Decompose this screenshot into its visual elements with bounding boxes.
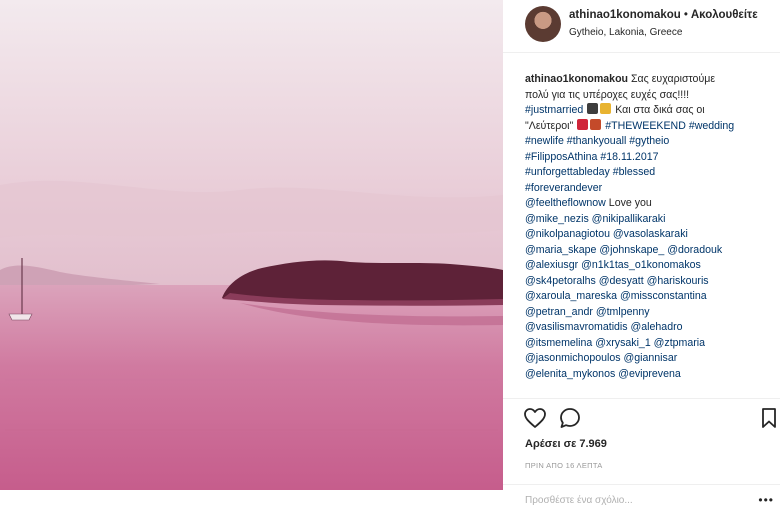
hashtag-line[interactable]: #unforgettableday #blessed (525, 165, 775, 181)
mention-line[interactable]: @xaroula_mareska @missconstantina (525, 289, 775, 305)
couple-emoji-icon (590, 118, 602, 130)
hashtag-line[interactable]: #FilipposAthina #18.11.2017 (525, 150, 775, 166)
photo-bottom-margin (0, 490, 503, 519)
mention-line[interactable]: @itsmemelina @xrysaki_1 @ztpmaria (525, 336, 775, 352)
avatar[interactable] (525, 6, 561, 42)
mention-line[interactable]: @maria_skape @johnskape_ @doradouk (525, 243, 775, 259)
comment-bar: Προσθέστε ένα σχόλιο... ••• (503, 484, 780, 520)
separator-dot: • (683, 9, 688, 21)
comment-bubble-icon[interactable] (559, 407, 581, 429)
comment-input[interactable]: Προσθέστε ένα σχόλιο... (525, 495, 633, 506)
username-link[interactable]: athinao1konomakou (569, 9, 681, 21)
likes-count[interactable]: Αρέσει σε 7.969 (525, 438, 607, 450)
follow-button[interactable]: Ακολουθείτε (691, 9, 758, 21)
mention-link[interactable]: @feeltheflownow (525, 197, 606, 209)
caption-author-link[interactable]: athinao1konomakou (525, 73, 628, 85)
bride-groom-emoji-icon (587, 103, 599, 114)
caption-text: Love you (608, 197, 652, 209)
mention-line[interactable]: @nikolpanagiotou @vasolaskaraki (525, 227, 775, 243)
mention-line[interactable]: @vasilismavromatidis @alehadro (525, 320, 775, 336)
heart-icon[interactable] (523, 407, 547, 429)
mention-line[interactable]: @mike_nezis @nikipallikaraki (525, 212, 775, 228)
mention-line[interactable]: @elenita_mykonos @eviprevena (525, 367, 775, 383)
location-link[interactable]: Gytheio, Lakonia, Greece (569, 27, 682, 38)
more-options-icon[interactable]: ••• (758, 493, 774, 507)
post-actions (503, 398, 780, 439)
post-photo[interactable] (0, 0, 503, 490)
hashtag-link[interactable]: #wedding (689, 120, 734, 132)
hashtag-line[interactable]: #foreverandever (525, 181, 775, 197)
smiling-face-emoji-icon (600, 103, 612, 114)
mention-line[interactable]: @sk4petoralhs @desyatt @hariskouris (525, 274, 775, 290)
red-hearts-emoji-icon (577, 118, 589, 130)
post-timestamp[interactable]: ΠΡΙΝ ΑΠΟ 16 ΛΕΠΤΑ (525, 461, 603, 470)
mention-line[interactable]: @jasonmichopoulos @giannisar (525, 351, 775, 367)
seascape-image (0, 0, 503, 490)
post-side-panel: athinao1konomakou • Ακολουθείτε Gytheio, L… (503, 0, 780, 519)
mention-line[interactable]: @alexiusgr @n1k1tas_o1konomakos (525, 258, 775, 274)
hashtag-link[interactable]: #THEWEEKEND (605, 120, 686, 132)
caption-text: Και στα δικά σας οι (615, 104, 705, 116)
caption-line: πολύ για τις υπέροχες ευχές σας!!!! (525, 88, 690, 101)
post-header: athinao1konomakou • Ακολουθείτε Gytheio, L… (503, 0, 780, 53)
hashtag-link[interactable]: #justmarried (525, 104, 583, 116)
mention-line[interactable]: @petran_andr @tmlpenny (525, 305, 775, 321)
post-username-row: athinao1konomakou • Ακολουθείτε (569, 9, 758, 21)
post-caption: athinao1konomakou Σας ευχαριστούμε πολύ … (525, 72, 775, 382)
caption-text: Σας ευχαριστούμε (630, 73, 716, 85)
hashtag-line[interactable]: #newlife #thankyouall #gytheio (525, 134, 775, 150)
caption-text: "Λεύτεροι" (525, 119, 574, 132)
bookmark-icon[interactable] (761, 407, 777, 429)
